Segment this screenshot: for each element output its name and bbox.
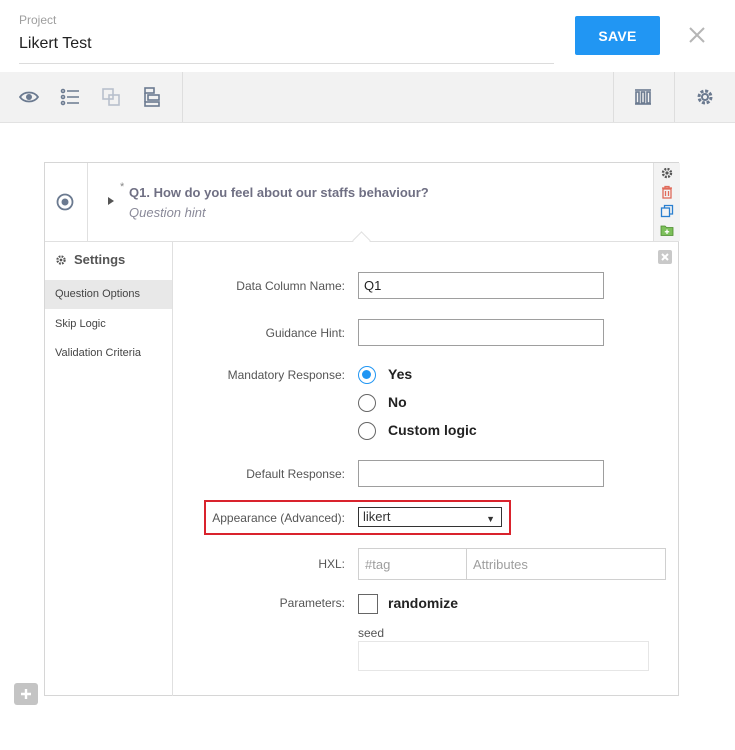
duplicate-icon[interactable] [660,204,674,218]
parameters-label: Parameters: [279,596,345,610]
close-settings-icon[interactable] [658,250,672,264]
guidance-hint-label: Guidance Hint: [265,326,345,340]
eye-icon[interactable] [18,86,40,108]
question-hint[interactable]: Question hint [129,205,206,220]
required-marker: * [120,181,125,193]
seed-input[interactable] [358,641,649,671]
project-name-field[interactable]: Likert Test [19,35,554,64]
question-card: * Q1. How do you feel about our staffs b… [44,162,680,696]
randomize-checkbox[interactable] [358,594,378,614]
radio-question-type-icon [56,193,74,211]
mandatory-no-radio[interactable] [358,394,376,412]
appearance-value: likert [363,509,391,524]
mandatory-custom-label[interactable]: Custom logic [388,422,477,438]
toolbar-divider [182,72,183,122]
guidance-hint-input[interactable] [358,319,604,346]
mandatory-label: Mandatory Response: [227,368,345,382]
layers-icon[interactable] [100,86,122,108]
add-to-library-icon[interactable] [660,223,674,237]
expand-icon[interactable] [108,197,114,205]
dropdown-arrow-icon: ▼ [486,514,495,524]
editor-header: Project Likert Test SAVE [0,0,735,72]
default-response-label: Default Response: [246,467,345,481]
settings-title: Settings [74,252,126,267]
mandatory-yes-radio[interactable] [358,366,376,384]
add-question-button[interactable] [14,683,38,705]
hxl-attributes-input[interactable]: Attributes [467,548,666,580]
save-button[interactable]: SAVE [575,16,660,55]
project-label: Project [19,13,57,27]
close-icon[interactable] [684,22,710,48]
toolbar-divider [613,72,614,122]
appearance-label: Appearance (Advanced): [212,511,345,525]
appearance-select[interactable]: likert ▼ [358,507,502,527]
delete-icon[interactable] [660,185,674,199]
seed-label: seed [358,626,385,640]
tab-skip-logic[interactable]: Skip Logic [45,310,172,339]
randomize-label[interactable]: randomize [388,595,458,611]
data-column-label: Data Column Name: [236,279,345,293]
question-header: * Q1. How do you feel about our staffs b… [45,163,680,242]
question-label[interactable]: Q1. How do you feel about our staffs beh… [129,185,429,200]
tab-validation-criteria[interactable]: Validation Criteria [45,339,172,368]
toolbar [0,72,735,123]
settings-sidebar: Settings Question Options Skip Logic Val… [45,242,173,696]
mandatory-yes-label[interactable]: Yes [388,366,412,382]
question-actions [653,163,680,241]
library-icon[interactable] [632,86,654,108]
mandatory-custom-radio[interactable] [358,422,376,440]
mandatory-no-label[interactable]: No [388,394,407,410]
data-column-input[interactable]: Q1 [358,272,604,299]
tab-question-options[interactable]: Question Options [45,280,172,309]
group-icon[interactable] [141,86,163,108]
gear-icon[interactable] [694,86,716,108]
default-response-input[interactable] [358,460,604,487]
toolbar-divider [674,72,675,122]
hxl-label: HXL: [318,557,345,571]
hxl-tag-input[interactable]: #tag [358,548,467,580]
list-icon[interactable] [59,86,81,108]
settings-gear-icon[interactable] [660,166,674,180]
gear-icon [55,253,67,265]
question-type-column [45,163,88,241]
